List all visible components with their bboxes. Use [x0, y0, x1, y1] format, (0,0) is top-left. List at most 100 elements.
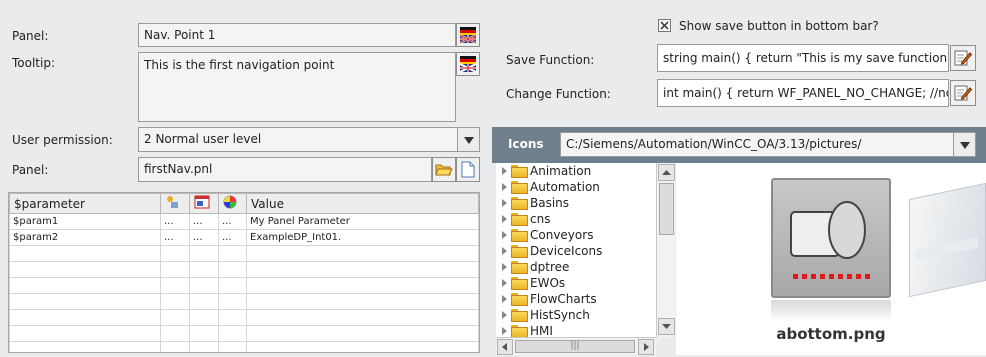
tree-folder-item[interactable]: FlowCharts [496, 291, 656, 307]
user-permission-select[interactable]: 2 Normal user level [138, 127, 480, 152]
tree-folder-item[interactable]: cns [496, 211, 656, 227]
scroll-thumb[interactable] [659, 183, 674, 235]
param-name-cell[interactable] [9, 309, 161, 326]
panel-name-input[interactable]: Nav. Point 1 [138, 23, 456, 47]
color-column-header[interactable] [218, 193, 247, 214]
param-color-cell[interactable] [218, 309, 247, 326]
scroll-right-button[interactable] [638, 339, 654, 355]
tree-horizontal-scrollbar[interactable]: ||| [496, 337, 656, 355]
tree-folder-item[interactable]: HMI [496, 323, 656, 337]
scroll-down-button[interactable] [658, 318, 675, 335]
param-name-cell[interactable] [9, 293, 161, 310]
icon-preview-area[interactable]: abottom.png [676, 163, 986, 355]
param-name-cell[interactable] [9, 325, 161, 342]
next-icon-preview-tile[interactable] [909, 182, 986, 298]
tooltip-language-button[interactable] [456, 52, 480, 76]
tooltip-textarea[interactable]: This is the first navigation point [138, 52, 456, 122]
new-file-button[interactable] [456, 157, 480, 182]
table-row[interactable] [9, 309, 479, 326]
edit-save-function-button[interactable] [950, 45, 976, 71]
param-panel-cell[interactable] [189, 325, 219, 342]
param-dp-cell[interactable] [160, 309, 190, 326]
param-value-cell[interactable] [246, 325, 479, 342]
folder-tree[interactable]: Animation Automation Basins cns Conveyor… [496, 163, 656, 337]
param-color-cell[interactable] [218, 277, 247, 294]
edit-change-function-button[interactable] [950, 80, 976, 106]
param-value-cell[interactable] [246, 277, 479, 294]
expand-arrow-icon[interactable] [502, 295, 507, 303]
param-name-cell[interactable] [9, 261, 161, 278]
param-color-cell[interactable] [218, 293, 247, 310]
expand-arrow-icon[interactable] [502, 167, 507, 175]
expand-arrow-icon[interactable] [502, 263, 507, 271]
expand-arrow-icon[interactable] [502, 311, 507, 319]
panel-language-button[interactable] [456, 23, 480, 47]
param-panel-cell[interactable] [189, 277, 219, 294]
param-color-cell[interactable] [218, 245, 247, 262]
chevron-down-icon[interactable] [953, 133, 975, 156]
param-value-cell[interactable] [246, 341, 479, 352]
param-dp-cell[interactable]: ... [160, 213, 190, 230]
datapoint-column-header[interactable] [160, 193, 190, 214]
expand-arrow-icon[interactable] [502, 231, 507, 239]
param-dp-cell[interactable]: ... [160, 229, 190, 246]
param-color-cell[interactable] [218, 261, 247, 278]
table-row[interactable] [9, 325, 479, 342]
tree-vertical-scrollbar[interactable] [656, 163, 675, 337]
param-panel-cell[interactable] [189, 309, 219, 326]
table-row[interactable]: $param1......... My Panel Parameter [9, 213, 479, 230]
tree-folder-item[interactable]: dptree [496, 259, 656, 275]
param-panel-cell[interactable]: ... [189, 229, 219, 246]
param-panel-cell[interactable] [189, 341, 219, 352]
param-dp-cell[interactable] [160, 341, 190, 352]
expand-arrow-icon[interactable] [502, 279, 507, 287]
param-value-cell[interactable] [246, 261, 479, 278]
tree-folder-item[interactable]: Basins [496, 195, 656, 211]
table-row[interactable] [9, 293, 479, 310]
icons-path-select[interactable]: C:/Siemens/Automation/WinCC_OA/3.13/pict… [560, 132, 976, 157]
param-value-cell[interactable] [246, 245, 479, 262]
tree-folder-item[interactable]: Automation [496, 179, 656, 195]
expand-arrow-icon[interactable] [502, 199, 507, 207]
table-row[interactable] [9, 261, 479, 278]
param-name-cell[interactable] [9, 245, 161, 262]
param-color-cell[interactable] [218, 341, 247, 352]
table-row[interactable] [9, 245, 479, 262]
tree-folder-item[interactable]: EWOs [496, 275, 656, 291]
panel-column-header[interactable] [189, 193, 219, 214]
expand-arrow-icon[interactable] [502, 247, 507, 255]
param-color-cell[interactable]: ... [218, 213, 247, 230]
table-row[interactable]: $param2......... ExampleDP_Int01. [9, 229, 479, 246]
expand-arrow-icon[interactable] [502, 327, 507, 335]
param-name-cell[interactable]: $param2 [9, 229, 161, 246]
value-column-header[interactable]: Value [246, 193, 479, 214]
param-name-cell[interactable] [9, 277, 161, 294]
param-name-cell[interactable]: $param1 [9, 213, 161, 230]
param-dp-cell[interactable] [160, 245, 190, 262]
param-panel-cell[interactable] [189, 261, 219, 278]
param-name-cell[interactable] [9, 341, 161, 352]
scroll-left-button[interactable] [497, 339, 513, 355]
expand-arrow-icon[interactable] [502, 183, 507, 191]
param-panel-cell[interactable] [189, 245, 219, 262]
show-save-checkbox[interactable] [658, 19, 671, 32]
chevron-down-icon[interactable] [457, 128, 479, 151]
param-value-cell[interactable]: My Panel Parameter [246, 213, 479, 230]
tree-folder-item[interactable]: DeviceIcons [496, 243, 656, 259]
table-row[interactable] [9, 277, 479, 294]
tree-folder-item[interactable]: Animation [496, 163, 656, 179]
param-dp-cell[interactable] [160, 261, 190, 278]
param-value-cell[interactable]: ExampleDP_Int01. [246, 229, 479, 246]
tree-folder-item[interactable]: HistSynch [496, 307, 656, 323]
tree-folder-item[interactable]: Conveyors [496, 227, 656, 243]
param-dp-cell[interactable] [160, 277, 190, 294]
param-value-cell[interactable] [246, 293, 479, 310]
open-folder-button[interactable] [432, 157, 456, 182]
param-panel-cell[interactable]: ... [189, 213, 219, 230]
panel-file-input[interactable]: firstNav.pnl [138, 157, 432, 182]
param-dp-cell[interactable] [160, 325, 190, 342]
table-row[interactable] [9, 341, 479, 352]
param-color-cell[interactable]: ... [218, 229, 247, 246]
param-color-cell[interactable] [218, 325, 247, 342]
parameter-column-header[interactable]: $parameter [9, 193, 161, 214]
